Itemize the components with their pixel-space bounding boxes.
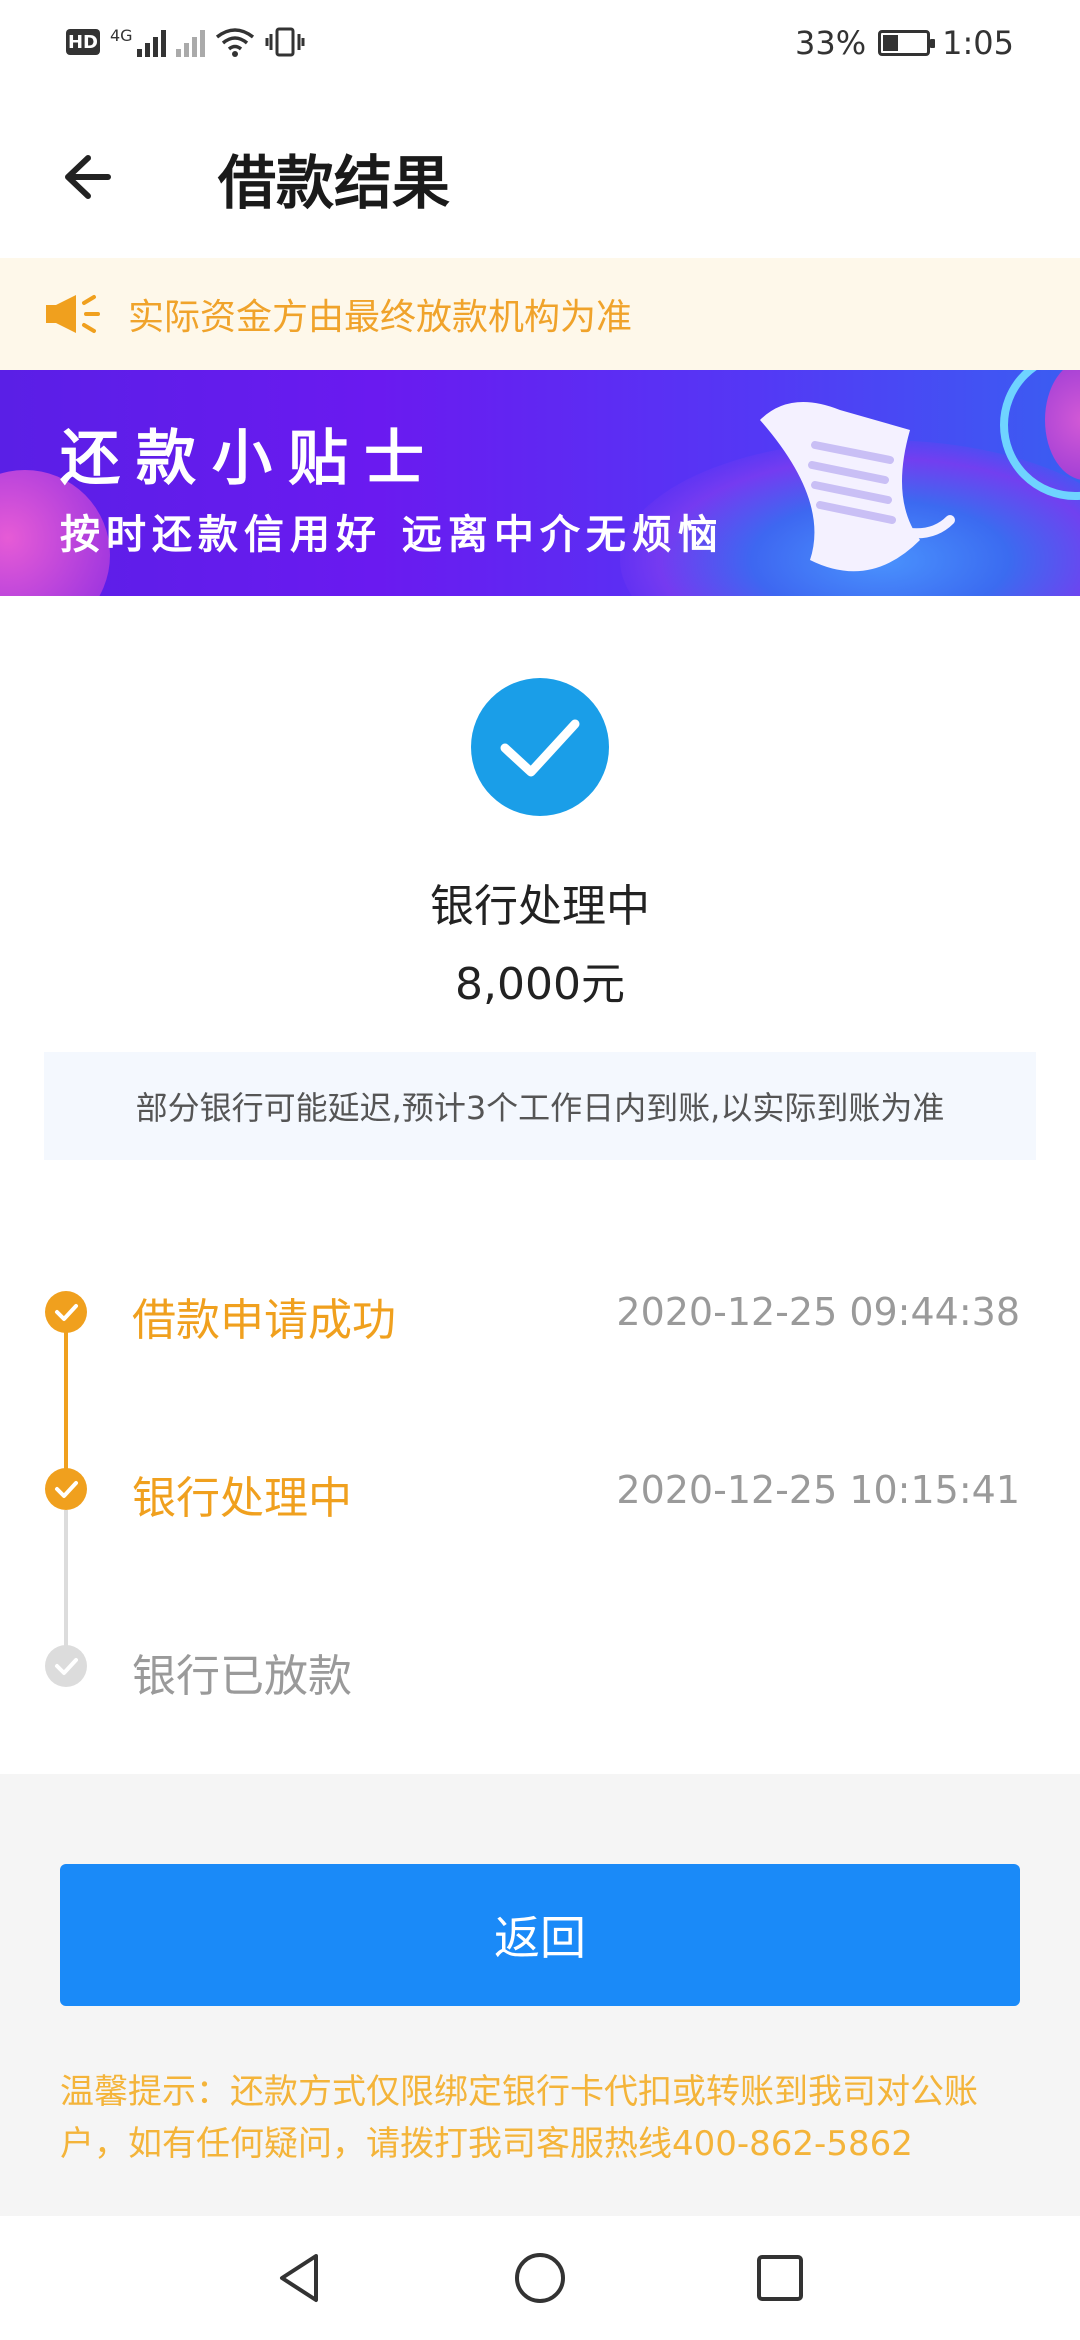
network-type-label: 4G xyxy=(110,26,133,45)
nav-back-icon[interactable] xyxy=(268,2246,332,2310)
success-check-icon xyxy=(471,678,609,816)
notice-bar: 实际资金方由最终放款机构为准 xyxy=(0,258,1080,370)
status-bar: HD 4G 33% 1:05 xyxy=(0,0,1080,90)
timeline-step-label: 银行已放款 xyxy=(132,1651,352,1702)
nav-recents-icon[interactable] xyxy=(748,2246,812,2310)
timeline-step-time: 2020-12-25 10:15:41 xyxy=(616,1468,1020,1512)
vibrate-icon xyxy=(265,27,305,57)
battery-percent: 33% xyxy=(795,24,867,62)
banner-title: 还款小贴士 xyxy=(60,424,440,494)
signal-icon xyxy=(136,27,166,57)
step-done-icon xyxy=(45,1468,87,1510)
warm-tip: 温馨提示：还款方式仅限绑定银行卡代扣或转账到我司对公账户，如有任何疑问，请拨打我… xyxy=(60,2072,978,2164)
step-pending-icon xyxy=(45,1645,87,1687)
banner-subtitle: 按时还款信用好 远离中介无烦恼 xyxy=(60,512,724,558)
app-header: 借款结果 xyxy=(0,90,1080,258)
receipt-illustration xyxy=(760,402,955,572)
return-button[interactable]: 返回 xyxy=(60,1864,1020,2006)
promo-banner[interactable]: 还款小贴士 按时还款信用好 远离中介无烦恼 xyxy=(0,370,1080,596)
notice-text: 实际资金方由最终放款机构为准 xyxy=(128,297,633,338)
megaphone-icon xyxy=(46,295,100,333)
timeline-connector xyxy=(64,1332,68,1488)
system-nav-bar xyxy=(0,2216,1080,2340)
timeline-step-label: 借款申请成功 xyxy=(132,1295,396,1346)
status-right: 33% 1:05 xyxy=(795,24,1014,62)
timeline-step-label: 银行处理中 xyxy=(132,1473,352,1524)
nav-home-icon[interactable] xyxy=(508,2246,572,2310)
checkmark-icon xyxy=(500,719,580,777)
clock: 1:05 xyxy=(942,24,1014,62)
page-title: 借款结果 xyxy=(218,149,451,217)
delay-note: 部分银行可能延迟,预计3个工作日内到账,以实际到账为准 xyxy=(44,1052,1036,1160)
status-indicators: HD 4G xyxy=(66,26,305,58)
delay-note-text: 部分银行可能延迟,预计3个工作日内到账,以实际到账为准 xyxy=(135,1089,945,1127)
battery-icon xyxy=(878,30,936,56)
signal-icon-secondary xyxy=(175,27,205,57)
step-done-icon xyxy=(45,1291,87,1333)
hd-badge: HD xyxy=(66,29,100,55)
wifi-icon xyxy=(215,28,254,57)
loan-amount: 8,000元 xyxy=(455,959,625,1010)
timeline-step-time: 2020-12-25 09:44:38 xyxy=(616,1290,1020,1334)
result-status: 银行处理中 xyxy=(430,881,650,932)
timeline-connector xyxy=(64,1510,68,1666)
arrow-left-icon[interactable] xyxy=(48,142,118,212)
